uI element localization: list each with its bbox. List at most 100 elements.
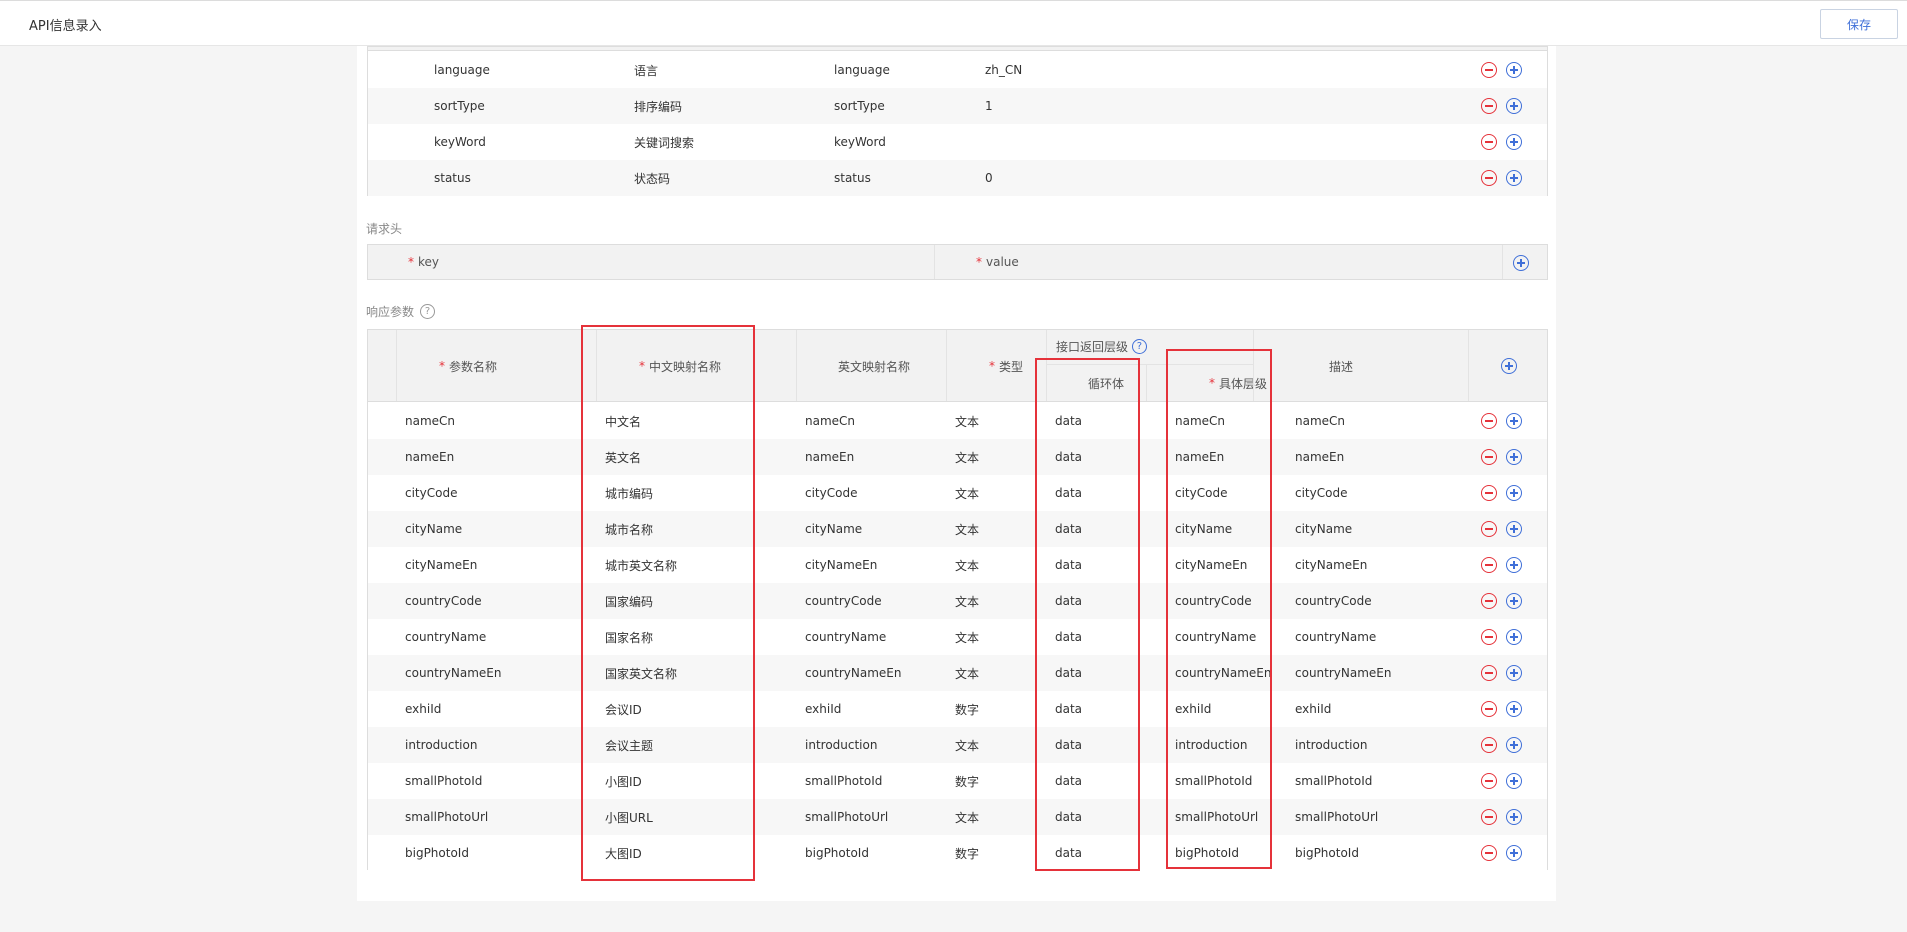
col-cn-map: * 中文映射名称 [639, 359, 722, 374]
table-row: cityName 城市名称 cityName 文本 data cityName cityNa… [368, 511, 1547, 547]
param-level: nameEn [1175, 450, 1225, 464]
request-headers-table: * key * value [367, 244, 1548, 280]
remove-row-icon[interactable] [1481, 701, 1497, 717]
add-row-icon[interactable] [1506, 701, 1522, 717]
param-type: 数字 [955, 702, 980, 717]
param-type: 文本 [955, 486, 980, 501]
remove-row-icon[interactable] [1481, 413, 1497, 429]
param-value: zh_CN [985, 63, 1023, 77]
add-row-icon[interactable] [1506, 809, 1522, 825]
remove-row-icon[interactable] [1481, 485, 1497, 501]
required-mark: * [976, 255, 982, 269]
param-en: introduction [805, 738, 878, 752]
add-row-icon[interactable] [1506, 134, 1522, 150]
remove-row-icon[interactable] [1481, 557, 1497, 573]
param-level: countryCode [1175, 594, 1252, 608]
param-type: 文本 [955, 738, 980, 753]
param-cn: 小图URL [605, 810, 653, 825]
param-name: nameCn [405, 414, 456, 428]
table-row: language 语言 language zh_CN [368, 52, 1547, 88]
add-row-icon[interactable] [1506, 665, 1522, 681]
remove-row-icon[interactable] [1481, 665, 1497, 681]
param-cn: 排序编码 [634, 99, 683, 114]
table-row: countryNameEn 国家英文名称 countryNameEn 文本 data co… [368, 655, 1547, 691]
remove-row-icon[interactable] [1481, 170, 1497, 186]
param-level: bigPhotoId [1175, 846, 1239, 860]
remove-row-icon[interactable] [1481, 521, 1497, 537]
param-name: countryCode [405, 594, 482, 608]
help-icon[interactable]: ? [420, 304, 436, 319]
param-name: smallPhotoUrl [405, 810, 489, 824]
add-row-icon[interactable] [1506, 773, 1522, 789]
remove-row-icon[interactable] [1481, 98, 1497, 114]
param-cn: 城市名称 [605, 522, 654, 537]
param-name: cityCode [405, 486, 458, 500]
param-type: 文本 [955, 450, 980, 465]
param-name: countryName [405, 630, 487, 644]
param-en: bigPhotoId [805, 846, 869, 860]
remove-row-icon[interactable] [1481, 845, 1497, 861]
table-row: bigPhotoId 大图ID bigPhotoId 数字 data bigPhotoId… [368, 835, 1547, 871]
param-name: language [434, 63, 490, 77]
param-cn: 城市编码 [605, 486, 654, 501]
header-key-col: * key [408, 245, 439, 279]
remove-row-icon[interactable] [1481, 629, 1497, 645]
table-row: nameEn 英文名 nameEn 文本 data nameEn nameEn [368, 439, 1547, 475]
param-loop: data [1055, 558, 1083, 572]
table-row: exhiId 会议ID exhiId 数字 data exhiId exhiId [368, 691, 1547, 727]
param-desc: smallPhotoId [1295, 774, 1373, 788]
param-name: keyWord [434, 135, 486, 149]
response-params-table: * 参数名称 * 中文映射名称 英文映射名称 * 类型 接口返回层级 ? 循环体 * 具… [367, 329, 1548, 871]
remove-row-icon[interactable] [1481, 773, 1497, 789]
param-desc: cityName [1295, 522, 1353, 536]
param-cn: 国家英文名称 [605, 666, 678, 681]
add-row-icon[interactable] [1506, 593, 1522, 609]
add-row-icon[interactable] [1506, 62, 1522, 78]
param-name: status [434, 171, 471, 185]
request-headers-label-text: 请求头 [366, 222, 403, 236]
add-row-icon[interactable] [1506, 449, 1522, 465]
remove-row-icon[interactable] [1481, 449, 1497, 465]
add-response-param-icon[interactable] [1501, 358, 1517, 374]
add-row-icon[interactable] [1506, 521, 1522, 537]
remove-row-icon[interactable] [1481, 62, 1497, 78]
remove-row-icon[interactable] [1481, 593, 1497, 609]
param-loop: data [1055, 594, 1083, 608]
add-row-icon[interactable] [1506, 98, 1522, 114]
add-row-icon[interactable] [1506, 557, 1522, 573]
add-row-icon[interactable] [1506, 170, 1522, 186]
param-desc: cityCode [1295, 486, 1348, 500]
param-type: 文本 [955, 594, 980, 609]
table-row: smallPhotoUrl 小图URL smallPhotoUrl 文本 data sma… [368, 799, 1547, 835]
param-level: introduction [1175, 738, 1248, 752]
param-level: nameCn [1175, 414, 1226, 428]
add-row-icon[interactable] [1506, 485, 1522, 501]
param-cn: 关键词搜索 [634, 135, 695, 150]
request-headers-label: 请求头 [366, 220, 402, 237]
add-header-icon[interactable] [1513, 255, 1529, 271]
level-help-icon[interactable]: ? [1131, 338, 1147, 354]
table-row: smallPhotoId 小图ID smallPhotoId 数字 data smallP… [368, 763, 1547, 799]
header-value-label: value [986, 255, 1019, 269]
response-params-label: 响应参数 ? [366, 303, 436, 320]
param-en: smallPhotoUrl [805, 810, 889, 824]
param-name: cityName [405, 522, 463, 536]
add-row-icon[interactable] [1506, 737, 1522, 753]
param-en: language [834, 63, 890, 77]
param-type: 文本 [955, 522, 980, 537]
request-params-header [368, 47, 1547, 51]
remove-row-icon[interactable] [1481, 737, 1497, 753]
param-desc: introduction [1295, 738, 1368, 752]
param-en: sortType [834, 99, 885, 113]
remove-row-icon[interactable] [1481, 134, 1497, 150]
param-loop: data [1055, 450, 1083, 464]
add-row-icon[interactable] [1506, 413, 1522, 429]
add-row-icon[interactable] [1506, 629, 1522, 645]
param-cn: 会议ID [605, 702, 642, 717]
param-level: cityCode [1175, 486, 1228, 500]
add-row-icon[interactable] [1506, 845, 1522, 861]
save-button[interactable]: 保存 [1820, 9, 1898, 39]
param-en: countryNameEn [805, 666, 902, 680]
col-param-name: * 参数名称 [439, 359, 498, 374]
remove-row-icon[interactable] [1481, 809, 1497, 825]
